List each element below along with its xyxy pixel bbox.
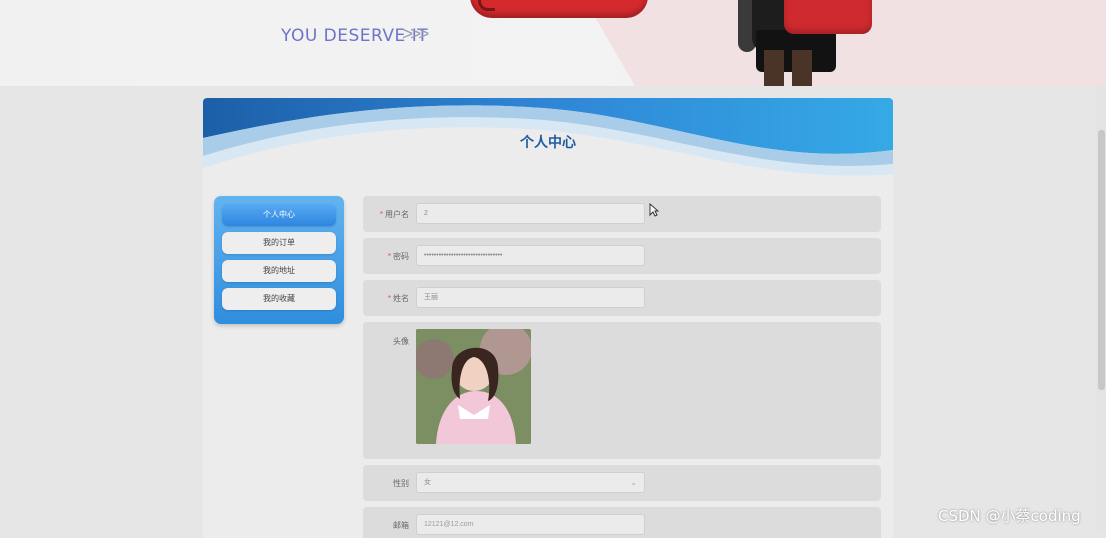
email-label: 邮箱 xyxy=(393,521,409,530)
red-handbag-image xyxy=(470,0,648,18)
password-label: * 密码 xyxy=(387,252,409,261)
page-title: 个人中心 xyxy=(520,134,576,150)
gender-select[interactable]: 女 ⌄ xyxy=(416,472,645,493)
required-mark: * xyxy=(387,252,391,261)
form-row-gender: 性别 女 ⌄ xyxy=(363,465,881,501)
avatar-photo xyxy=(416,329,531,444)
chevron-down-icon: ⌄ xyxy=(630,478,637,487)
chevron-right-icon: >>> xyxy=(402,24,429,45)
email-input[interactable]: 12121@12.com xyxy=(416,514,645,535)
sidebar-item-profile[interactable]: 个人中心 xyxy=(222,204,336,226)
name-input[interactable]: 王丽 xyxy=(416,287,645,308)
username-input[interactable]: 2 xyxy=(416,203,645,224)
sidebar-item-address[interactable]: 我的地址 xyxy=(222,260,336,282)
sidebar-menu: 个人中心 我的订单 我的地址 我的收藏 xyxy=(214,196,344,324)
form-row-username: * 用户名 2 xyxy=(363,196,881,232)
required-mark: * xyxy=(379,210,383,219)
red-handbag-image-2 xyxy=(784,0,872,34)
form-row-password: * 密码 •••••••••••••••••••••••••••••••• xyxy=(363,238,881,274)
top-banner: YOU DESERVE IT >>> xyxy=(0,0,1106,86)
form-row-name: * 姓名 王丽 xyxy=(363,280,881,316)
profile-card: 个人中心 个人中心 我的订单 我的地址 我的收藏 * 用户名 2 * 密码 ••••… xyxy=(203,98,893,538)
avatar-image[interactable] xyxy=(416,329,531,444)
required-mark: * xyxy=(387,294,391,303)
scrollbar-thumb[interactable] xyxy=(1098,130,1105,390)
sidebar-item-orders[interactable]: 我的订单 xyxy=(222,232,336,254)
form-row-avatar: 头像 xyxy=(363,322,881,459)
sidebar-item-favorites[interactable]: 我的收藏 xyxy=(222,288,336,310)
avatar-label: 头像 xyxy=(393,337,409,346)
username-label: * 用户名 xyxy=(379,210,409,219)
csdn-watermark: CSDN @小蔡coding xyxy=(938,507,1081,525)
mouse-cursor-icon xyxy=(649,203,659,217)
name-label: * 姓名 xyxy=(387,294,409,303)
gender-label: 性别 xyxy=(393,479,409,488)
password-input[interactable]: •••••••••••••••••••••••••••••••• xyxy=(416,245,645,266)
form-row-email: 邮箱 12121@12.com xyxy=(363,507,881,538)
